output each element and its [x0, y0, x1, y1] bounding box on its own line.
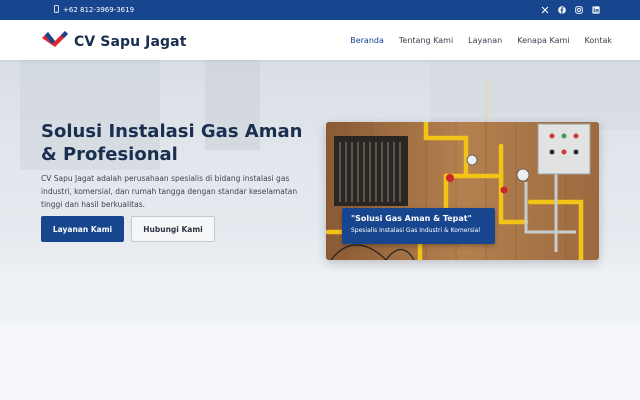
main-navbar: CV Sapu Jagat Beranda Tentang Kami Layan…: [0, 20, 640, 60]
nav-item-kontak[interactable]: Kontak: [585, 36, 612, 45]
top-bar: +62 812-3969-3619: [0, 0, 640, 20]
hero-description: CV Sapu Jagat adalah perusahaan spesiali…: [41, 174, 298, 209]
instagram-icon[interactable]: [575, 6, 583, 14]
phone-icon: [54, 5, 59, 15]
linkedin-icon[interactable]: [592, 6, 600, 14]
x-icon[interactable]: [541, 6, 549, 14]
hero-headline: Solusi Instalasi Gas Aman & Profesional: [41, 121, 303, 165]
hero-badge: "Solusi Gas Aman & Tepat" Spesialis Inst…: [342, 208, 495, 244]
nav-item-layanan[interactable]: Layanan: [468, 36, 502, 45]
social-links: [541, 0, 600, 20]
nav-item-beranda[interactable]: Beranda: [350, 36, 384, 45]
contact-button[interactable]: Hubungi Kami: [131, 216, 215, 242]
nav-menu: Beranda Tentang Kami Layanan Kenapa Kami…: [350, 20, 612, 60]
nav-item-kenapa-kami[interactable]: Kenapa Kami: [517, 36, 569, 45]
badge-subtitle: Spesialis Instalasi Gas Industri & Komer…: [351, 227, 481, 234]
logo-mark-icon: [41, 29, 69, 54]
brand-name: CV Sapu Jagat: [74, 33, 187, 50]
badge-title: "Solusi Gas Aman & Tepat": [351, 214, 472, 223]
nav-item-tentang-kami[interactable]: Tentang Kami: [399, 36, 453, 45]
phone-number: +62 812-3969-3619: [63, 6, 135, 14]
brand-logo[interactable]: CV Sapu Jagat: [41, 29, 187, 54]
facebook-icon[interactable]: [558, 6, 566, 14]
phone-contact[interactable]: +62 812-3969-3619: [54, 0, 134, 20]
services-button[interactable]: Layanan Kami: [41, 216, 124, 242]
next-section: [0, 323, 640, 400]
